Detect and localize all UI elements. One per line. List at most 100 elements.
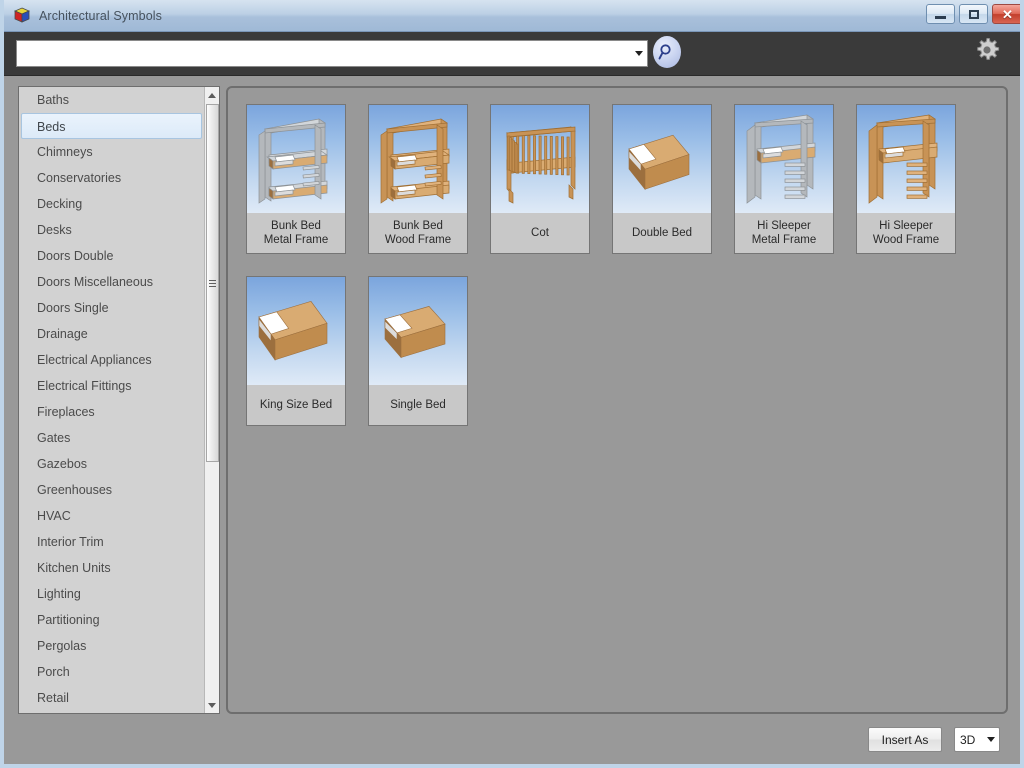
title-bar: Architectural Symbols ✕ xyxy=(4,0,1024,32)
category-item-label: Interior Trim xyxy=(37,535,104,549)
category-item-baths[interactable]: Baths xyxy=(19,87,205,113)
category-list-viewport: Baths BedsChimneys Conservatories Decking De… xyxy=(19,87,205,713)
category-item-label: Lighting xyxy=(37,587,81,601)
category-item-label: HVAC xyxy=(37,509,71,523)
insert-mode-select[interactable]: 3D xyxy=(954,727,1000,752)
category-item-label: Baths xyxy=(37,93,69,107)
symbol-tile-label: Hi Sleeper Wood Frame xyxy=(857,213,955,253)
insert-as-button[interactable]: Insert As xyxy=(868,727,942,752)
category-item-label: Drainage xyxy=(37,327,88,341)
category-item-gazebos[interactable]: Gazebos xyxy=(19,451,205,477)
category-item-label: Pergolas xyxy=(37,639,86,653)
hi-sleeper-wood-frame-icon xyxy=(857,105,955,213)
gear-icon xyxy=(972,35,1002,65)
category-item-label: Decking xyxy=(37,197,82,211)
category-item-doors-double[interactable]: Doors Double xyxy=(19,243,205,269)
category-item-retail[interactable]: Retail xyxy=(19,685,205,711)
scrollbar-grip-icon xyxy=(209,278,216,289)
close-icon: ✕ xyxy=(1002,8,1013,21)
category-item-fireplaces[interactable]: Fireplaces xyxy=(19,399,205,425)
category-list: Baths BedsChimneys Conservatories Decking De… xyxy=(18,86,220,714)
category-item-label: Fireplaces xyxy=(37,405,95,419)
category-item-pergolas[interactable]: Pergolas xyxy=(19,633,205,659)
chevron-down-icon[interactable] xyxy=(983,737,999,742)
category-item-label: Electrical Appliances xyxy=(37,353,152,367)
category-item-label: Kitchen Units xyxy=(37,561,111,575)
minimize-button[interactable] xyxy=(926,4,955,24)
category-item-label: Partitioning xyxy=(37,613,100,627)
close-button[interactable]: ✕ xyxy=(992,4,1023,24)
category-item-label: Greenhouses xyxy=(37,483,112,497)
category-item-label: Doors Single xyxy=(37,301,109,315)
bunk-bed-wood-frame-icon xyxy=(369,105,467,213)
category-item-interior-trim[interactable]: Interior Trim xyxy=(19,529,205,555)
double-bed-icon xyxy=(613,105,711,213)
symbol-tile-bunk-bed-wood-frame[interactable]: Bunk Bed Wood Frame xyxy=(368,104,468,254)
window-controls: ✕ xyxy=(926,4,1023,24)
symbol-tile-label: Bunk Bed Metal Frame xyxy=(247,213,345,253)
cot-icon xyxy=(491,105,589,213)
category-item-label: Doors Double xyxy=(37,249,113,263)
symbol-tile-double-bed[interactable]: Double Bed xyxy=(612,104,712,254)
category-list-scrollbar[interactable] xyxy=(204,87,219,713)
symbol-tile-hi-sleeper-wood-frame[interactable]: Hi Sleeper Wood Frame xyxy=(856,104,956,254)
scroll-up-button[interactable] xyxy=(205,87,219,103)
category-item-kitchen-units[interactable]: Kitchen Units xyxy=(19,555,205,581)
settings-button[interactable] xyxy=(970,33,1004,67)
category-item-electrical-fittings[interactable]: Electrical Fittings xyxy=(19,373,205,399)
insert-mode-value: 3D xyxy=(960,733,983,747)
category-item-greenhouses[interactable]: Greenhouses xyxy=(19,477,205,503)
category-item-beds[interactable]: Beds xyxy=(21,113,202,139)
king-size-bed-icon xyxy=(247,277,345,385)
triangle-up-icon xyxy=(208,93,216,98)
category-item-doors-miscellaneous[interactable]: Doors Miscellaneous xyxy=(19,269,205,295)
maximize-button[interactable] xyxy=(959,4,988,24)
search-icon xyxy=(658,43,676,61)
footer-bar: Insert As 3D xyxy=(4,718,1020,764)
scroll-down-button[interactable] xyxy=(205,697,219,713)
category-item-hvac[interactable]: HVAC xyxy=(19,503,205,529)
category-item-label: Conservatories xyxy=(37,171,121,185)
window-title: Architectural Symbols xyxy=(39,9,162,23)
symbol-grid: Bunk Bed Metal Frame Bunk xyxy=(246,104,1006,426)
symbol-tile-label: Hi Sleeper Metal Frame xyxy=(735,213,833,253)
category-item-label: Gates xyxy=(37,431,70,445)
maximize-icon xyxy=(969,10,979,19)
symbol-tile-single-bed[interactable]: Single Bed xyxy=(368,276,468,426)
category-item-chimneys[interactable]: Chimneys xyxy=(19,139,205,165)
category-item-electrical-appliances[interactable]: Electrical Appliances xyxy=(19,347,205,373)
symbol-tile-label: King Size Bed xyxy=(247,385,345,425)
scrollbar-thumb[interactable] xyxy=(206,104,219,462)
category-item-doors-single[interactable]: Doors Single xyxy=(19,295,205,321)
chevron-down-icon[interactable] xyxy=(631,41,647,66)
hi-sleeper-metal-frame-icon xyxy=(735,105,833,213)
category-item-drainage[interactable]: Drainage xyxy=(19,321,205,347)
category-item-label: Doors Miscellaneous xyxy=(37,275,153,289)
search-combobox[interactable] xyxy=(16,40,648,67)
application-window: Architectural Symbols ✕ xyxy=(0,0,1024,768)
category-item-conservatories[interactable]: Conservatories xyxy=(19,165,205,191)
category-item-desks[interactable]: Desks xyxy=(19,217,205,243)
search-toolbar xyxy=(4,32,1024,76)
triangle-down-icon xyxy=(208,703,216,708)
search-input[interactable] xyxy=(21,41,631,66)
symbol-tile-label: Single Bed xyxy=(369,385,467,425)
category-item-gates[interactable]: Gates xyxy=(19,425,205,451)
body-area: Baths BedsChimneys Conservatories Decking De… xyxy=(4,76,1020,764)
category-item-partitioning[interactable]: Partitioning xyxy=(19,607,205,633)
symbol-tile-label: Cot xyxy=(491,213,589,253)
search-button[interactable] xyxy=(653,36,681,68)
symbol-tile-label: Double Bed xyxy=(613,213,711,253)
symbol-tile-bunk-bed-metal-frame[interactable]: Bunk Bed Metal Frame xyxy=(246,104,346,254)
category-item-label: Retail xyxy=(37,691,69,705)
symbol-tile-label: Bunk Bed Wood Frame xyxy=(369,213,467,253)
symbol-tile-hi-sleeper-metal-frame[interactable]: Hi Sleeper Metal Frame xyxy=(734,104,834,254)
category-item-lighting[interactable]: Lighting xyxy=(19,581,205,607)
symbol-tile-cot[interactable]: Cot xyxy=(490,104,590,254)
single-bed-icon xyxy=(369,277,467,385)
symbol-tile-king-size-bed[interactable]: King Size Bed xyxy=(246,276,346,426)
category-item-decking[interactable]: Decking xyxy=(19,191,205,217)
category-item-porch[interactable]: Porch xyxy=(19,659,205,685)
category-item-label: Desks xyxy=(37,223,72,237)
category-item-label: Electrical Fittings xyxy=(37,379,131,393)
